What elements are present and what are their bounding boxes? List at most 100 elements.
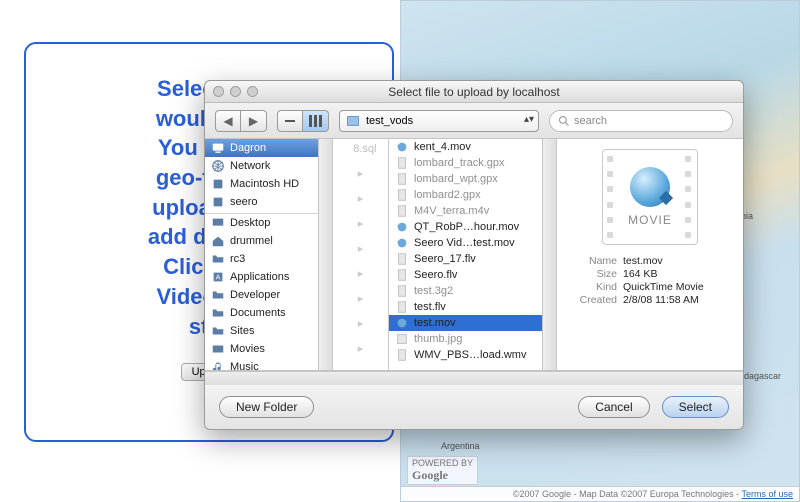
file-name: M4V_terra.m4v [414,205,489,217]
file-name: Seero_17.flv [414,253,476,265]
doc-icon [395,348,409,362]
preview-thumbnail: MOVIE [602,149,698,245]
sidebar-item-network[interactable]: Network [205,157,332,175]
dialog-toolbar: ◀ ▶ test_vods ▴▾ search [205,103,743,139]
close-icon[interactable] [213,86,224,97]
select-button[interactable]: Select [662,396,729,418]
sidebar-item-dagron[interactable]: Dagron [205,139,332,157]
sidebar-item-developer[interactable]: Developer [205,286,332,304]
app-icon: A [211,270,225,284]
folder-dropdown[interactable]: test_vods ▴▾ [339,110,539,132]
file-row[interactable]: M4V_terra.m4v▸ [389,203,556,219]
search-icon [558,115,570,127]
sidebar-item-label: rc3 [230,253,245,265]
view-columns-button[interactable] [303,110,329,132]
sidebar-item-seero[interactable]: seero [205,193,332,211]
sidebar-item-label: Dagron [230,142,266,154]
map-terms-link[interactable]: Terms of use [741,489,793,499]
quicktime-icon [630,167,670,207]
nav-forward-button[interactable]: ▶ [241,110,267,132]
meta-row: Created2/8/08 11:58 AM [567,294,733,306]
disk-icon [211,177,225,191]
file-name: test.3g2 [414,285,453,297]
sidebar-item-rc3[interactable]: rc3 [205,250,332,268]
home-icon [211,234,225,248]
dialog-title: Select file to upload by localhost [388,85,559,99]
window-controls[interactable] [213,86,258,97]
chevron-left-icon: ◀ [223,114,232,128]
file-row[interactable]: thumb.jpg▸ [389,331,556,347]
file-row[interactable]: WMV_PBS…load.wmv▸ [389,347,556,363]
new-folder-button[interactable]: New Folder [219,396,314,418]
meta-value: QuickTime Movie [623,281,733,293]
music-icon [211,360,225,370]
sidebar-item-label: Applications [230,271,289,283]
list-view-icon [285,120,295,122]
file-row[interactable]: lombard2.gpx▸ [389,187,556,203]
browser-hscroll[interactable] [205,371,743,385]
file-row[interactable]: Seero.flv▸ [389,267,556,283]
doc-icon [395,188,409,202]
sidebar-item-desktop[interactable]: Desktop [205,214,332,232]
minimize-icon[interactable] [230,86,241,97]
nav-back-button[interactable]: ◀ [215,110,241,132]
sidebar-item-applications[interactable]: A Applications [205,268,332,286]
meta-row: Size164 KB [567,268,733,280]
sidebar-item-macintosh-hd[interactable]: Macintosh HD [205,175,332,193]
dialog-titlebar[interactable]: Select file to upload by localhost [205,81,743,103]
file-row[interactable]: test.mov▸ [389,315,556,331]
doc-icon [395,300,409,314]
file-row[interactable]: Seero_17.flv▸ [389,251,556,267]
doc-icon [395,284,409,298]
sidebar-item-label: Movies [230,343,265,355]
meta-row: Nametest.mov [567,255,733,267]
sidebar-item-label: drummel [230,235,273,247]
search-input[interactable]: search [549,110,733,132]
sidebar-item-movies[interactable]: Movies [205,340,332,358]
doc-icon [395,156,409,170]
sidebar-item-label: Music [230,361,259,370]
sidebar-item-music[interactable]: Music [205,358,332,370]
file-name: lombard2.gpx [414,189,481,201]
folder-icon [211,252,225,266]
file-row[interactable]: kent_4.mov▸ [389,139,556,155]
file-row[interactable]: test.flv▸ [389,299,556,315]
file-row[interactable]: lombard_track.gpx▸ [389,155,556,171]
sidebar: Dagron NetworkMacintosh HDseero Desktop dr… [205,139,333,370]
sidebar-item-label: Sites [230,325,254,337]
file-row[interactable]: lombard_wpt.gpx▸ [389,171,556,187]
file-row[interactable]: Seero Vid…test.mov▸ [389,235,556,251]
file-row[interactable]: QT_RobP…hour.mov▸ [389,219,556,235]
disk-icon [211,195,225,209]
movies-icon [211,342,225,356]
column-prev[interactable]: 8.sql ▸▸▸▸▸▸▸▸ [333,139,389,370]
meta-value: 2/8/08 11:58 AM [623,294,733,306]
view-list-button[interactable] [277,110,303,132]
doc-icon [395,268,409,282]
file-row[interactable]: test.3g2▸ [389,283,556,299]
file-name: thumb.jpg [414,333,462,345]
file-name: lombard_wpt.gpx [414,173,498,185]
meta-value: 164 KB [623,268,733,280]
column-prev-item[interactable]: 8.sql [341,143,381,155]
sidebar-item-drummel[interactable]: drummel [205,232,332,250]
sidebar-item-label: Developer [230,289,280,301]
zoom-icon[interactable] [247,86,258,97]
folder-icon [346,114,360,128]
cancel-button[interactable]: Cancel [578,396,649,418]
sidebar-scrollbar[interactable] [318,139,332,370]
desktop-icon [211,216,225,230]
file-scrollbar[interactable] [542,139,556,370]
folder-icon [211,306,225,320]
file-name: kent_4.mov [414,141,471,153]
column-view-icon [309,115,322,127]
map-credit: ©2007 Google - Map Data ©2007 Europa Tec… [401,486,799,501]
preview-pane: MOVIE Nametest.movSize164 KBKindQuickTim… [557,139,743,370]
preview-metadata: Nametest.movSize164 KBKindQuickTime Movi… [567,255,733,307]
preview-type-label: MOVIE [628,213,672,227]
qt-icon [395,316,409,330]
sidebar-item-sites[interactable]: Sites [205,322,332,340]
img-icon [395,332,409,346]
folder-icon [211,324,225,338]
sidebar-item-documents[interactable]: Documents [205,304,332,322]
